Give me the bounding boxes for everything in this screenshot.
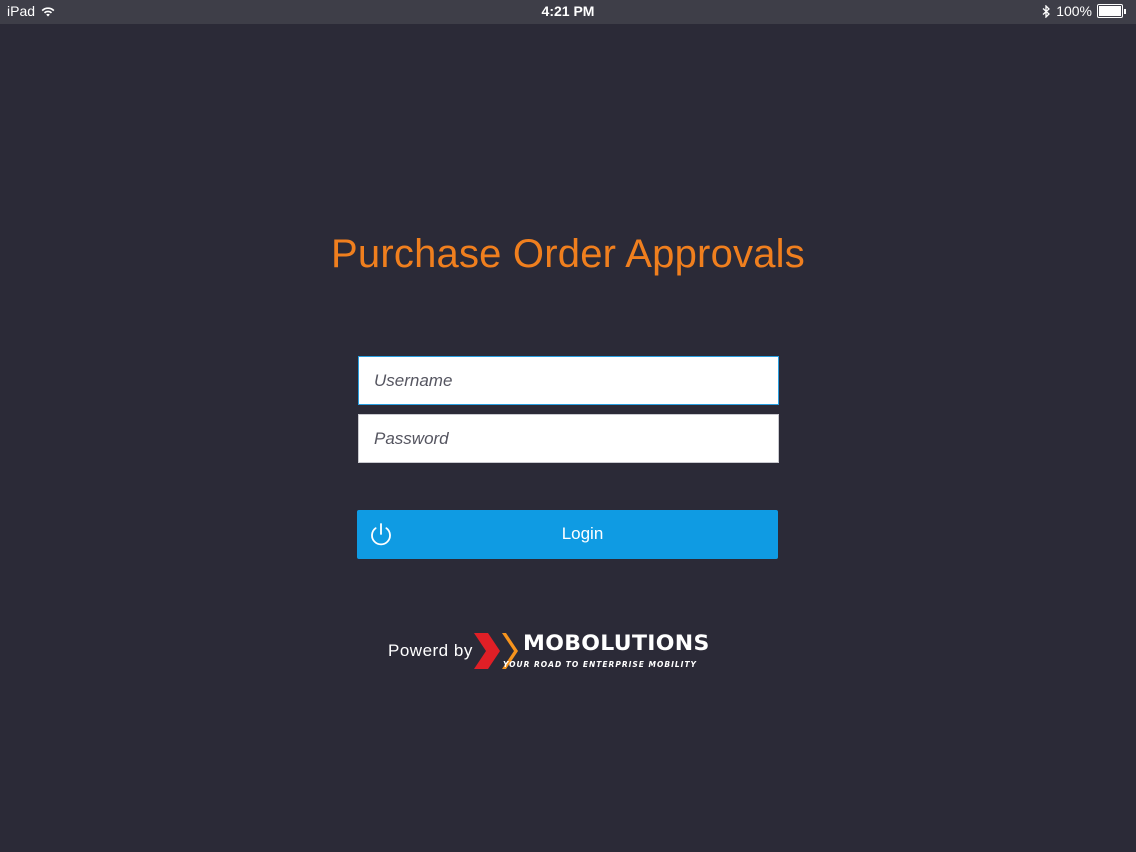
status-right: 100% bbox=[1042, 3, 1126, 19]
powered-by-text: Powerd by bbox=[388, 641, 473, 660]
status-bar: iPad 4:21 PM 100% bbox=[0, 0, 1136, 24]
username-input[interactable] bbox=[358, 356, 779, 405]
status-time: 4:21 PM bbox=[541, 3, 595, 19]
login-label: Login bbox=[561, 524, 604, 543]
password-input[interactable] bbox=[358, 414, 779, 463]
brand-name: MOBOLUTIONS bbox=[523, 632, 710, 656]
powered-by: Powerd by MOBOLUTIONS YOUR ROAD TO ENTER… bbox=[388, 632, 733, 672]
login-button[interactable]: Login bbox=[357, 510, 778, 559]
brand-tagline: YOUR ROAD TO ENTERPRISE MOBILITY bbox=[503, 660, 697, 669]
battery-icon bbox=[1097, 4, 1126, 18]
battery-percent: 100% bbox=[1056, 3, 1092, 19]
bluetooth-icon bbox=[1042, 4, 1051, 18]
page-title: Purchase Order Approvals bbox=[331, 232, 805, 276]
